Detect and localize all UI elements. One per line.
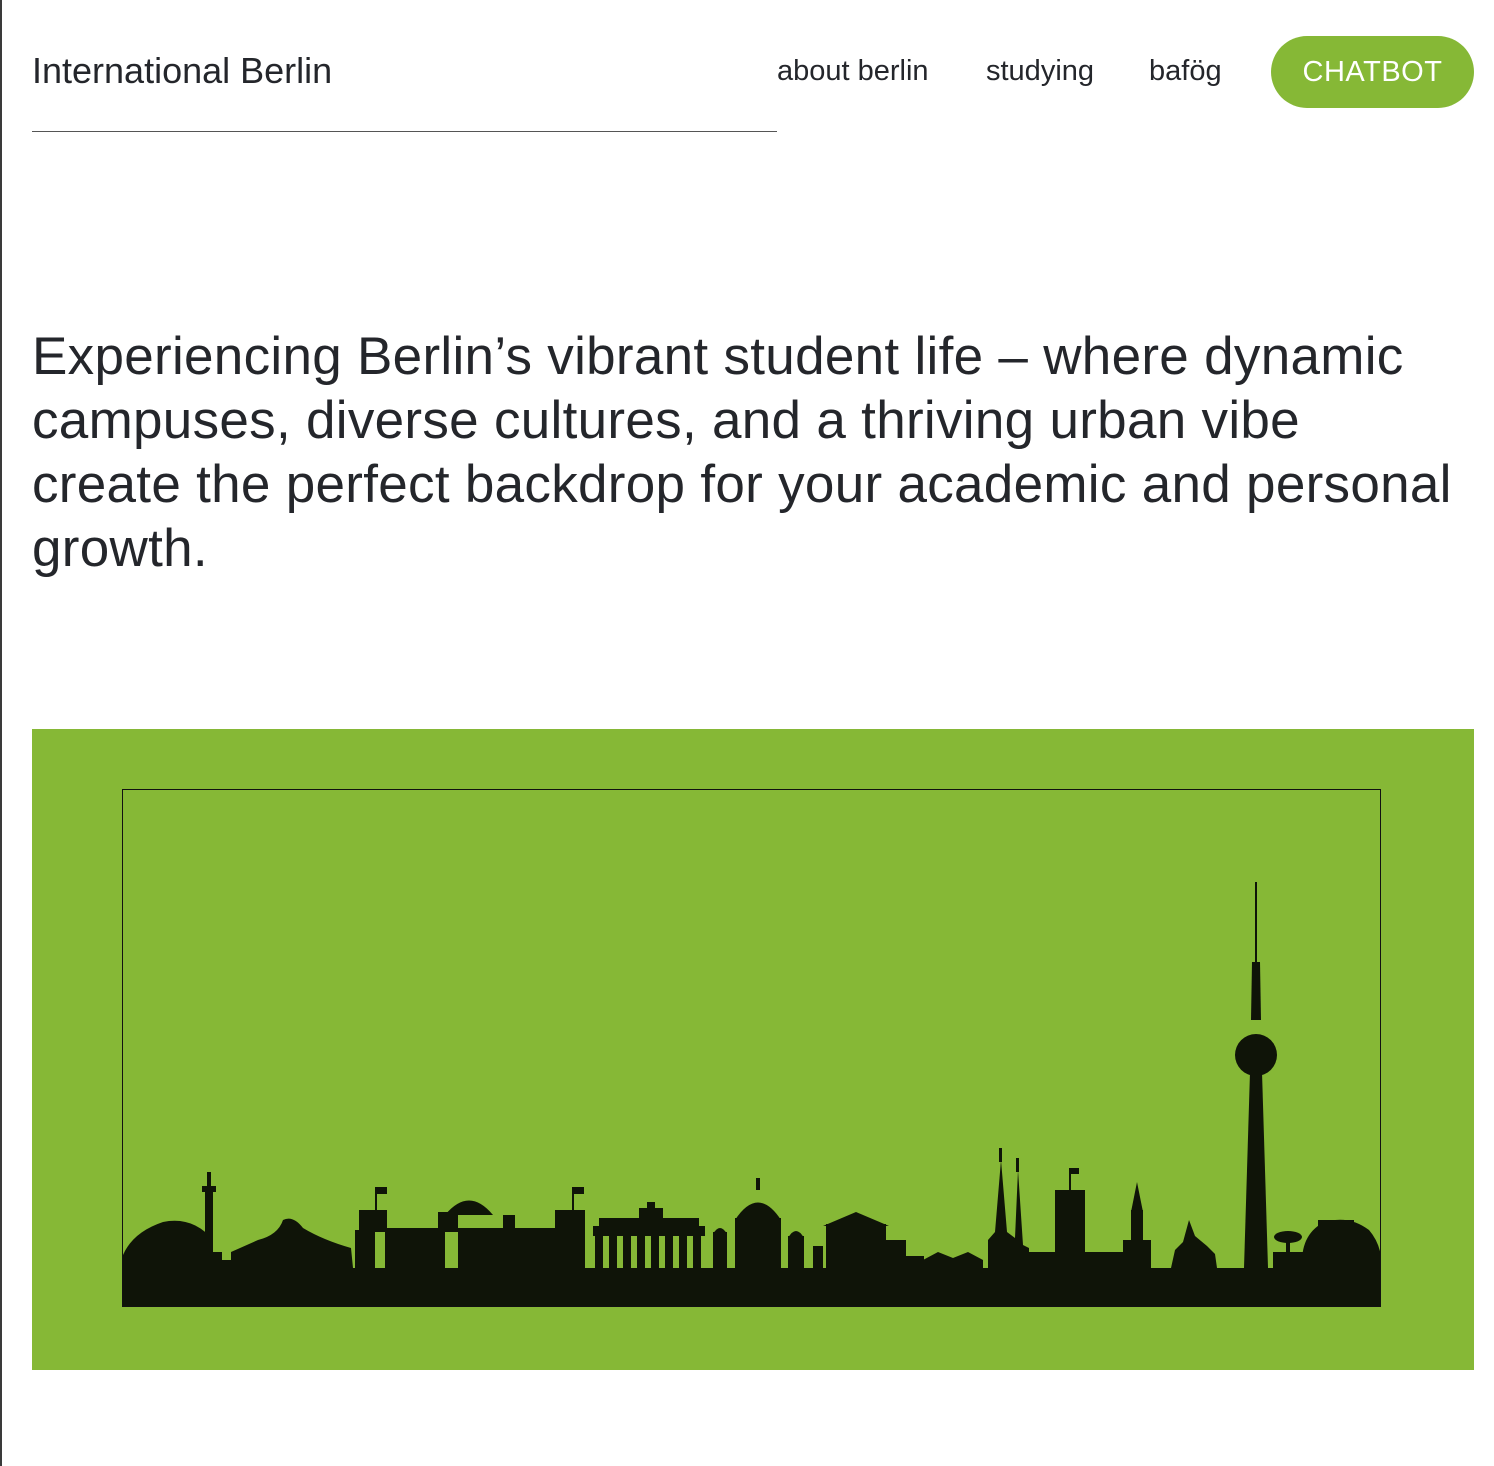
skyline-image [122, 789, 1381, 1307]
title-underline [32, 131, 777, 132]
skyline-banner [32, 729, 1474, 1370]
site-title[interactable]: International Berlin [32, 48, 332, 94]
nav-link-bafoeg[interactable]: bafög [1149, 52, 1222, 90]
hero-text: Experiencing Berlin’s vibrant student li… [32, 327, 1452, 578]
window-left-edge [0, 0, 2, 1466]
nav-link-about-berlin[interactable]: about berlin [777, 52, 929, 90]
chatbot-button[interactable]: CHATBOT [1271, 36, 1474, 108]
berlin-skyline-icon [123, 882, 1380, 1306]
nav-link-studying[interactable]: studying [986, 52, 1094, 90]
